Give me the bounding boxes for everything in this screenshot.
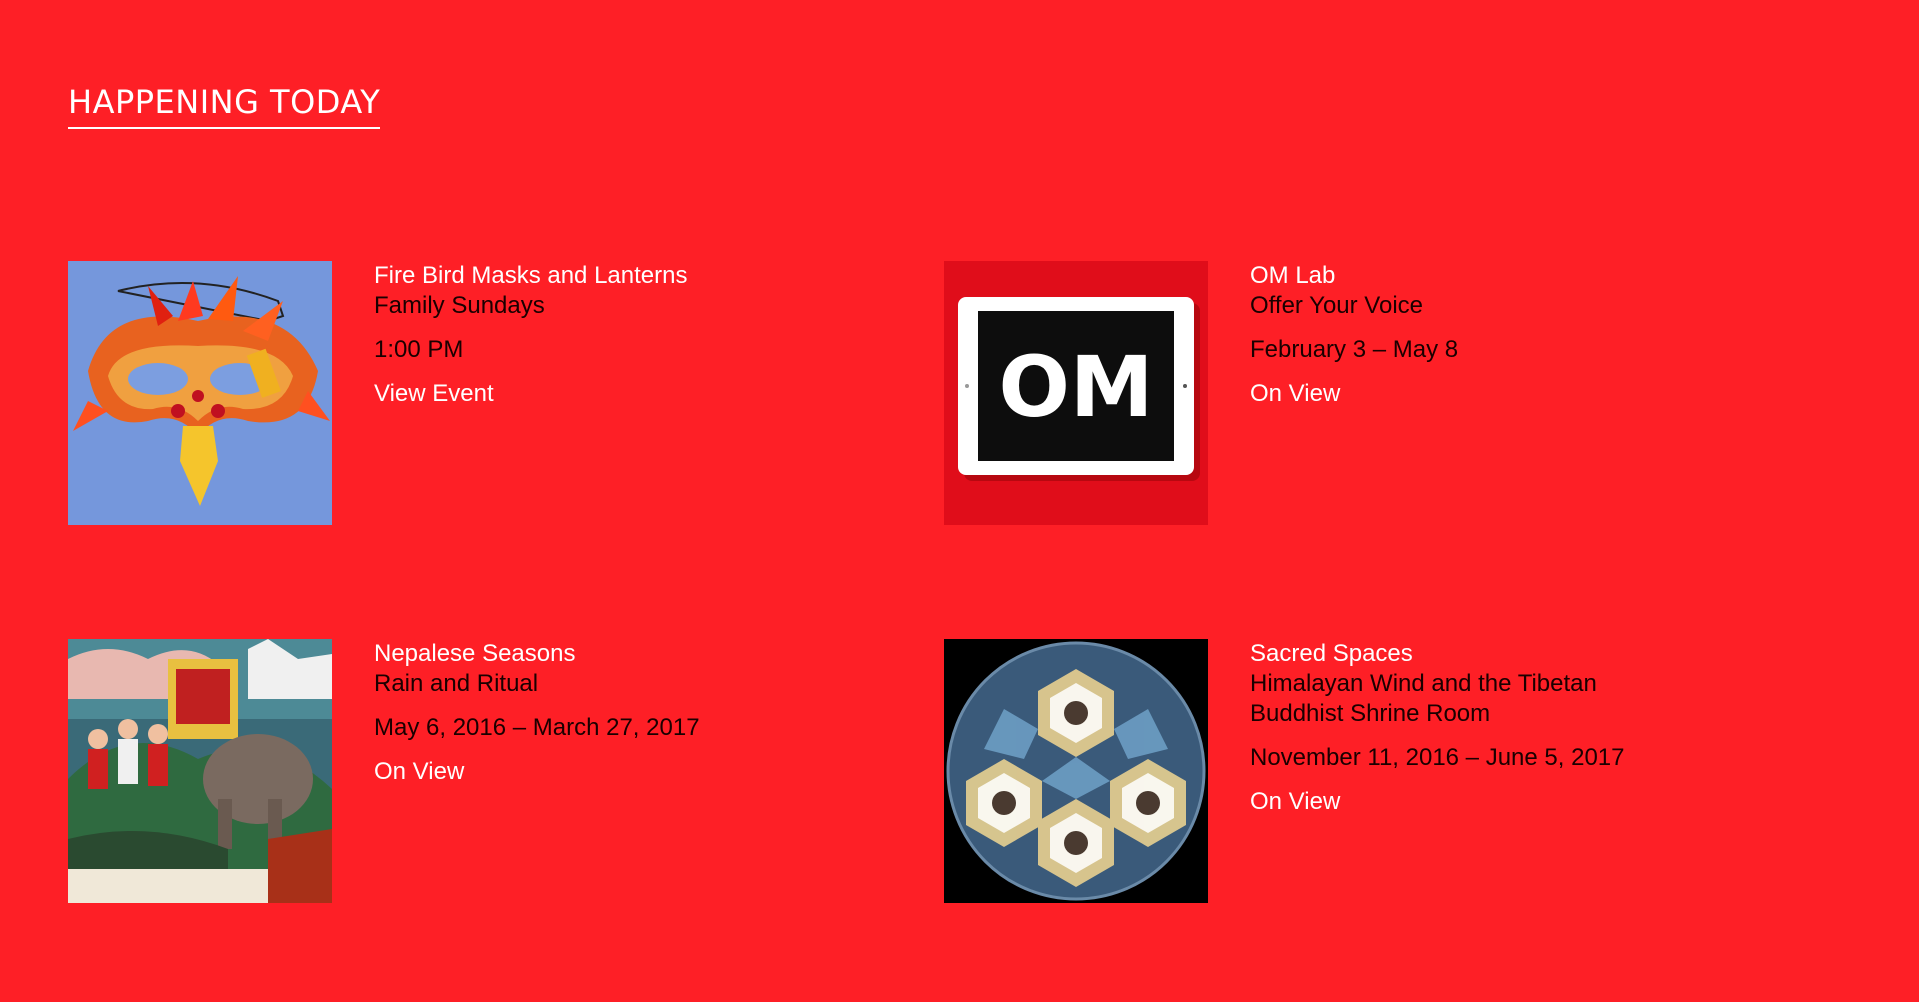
om-lab-logo-image[interactable]: OM <box>944 261 1208 525</box>
event-title[interactable]: OM Lab <box>1250 261 1458 291</box>
event-dates: November 11, 2016 – June 5, 2017 <box>1250 744 1625 771</box>
event-title[interactable]: Fire Bird Masks and Lanterns <box>374 261 687 291</box>
on-view-link[interactable]: On View <box>374 757 700 787</box>
event-info: Fire Bird Masks and Lanterns Family Sund… <box>374 261 687 525</box>
event-dates: February 3 – May 8 <box>1250 336 1459 363</box>
event-card: Nepalese Seasons Rain and Ritual May 6, … <box>68 639 928 903</box>
om-logo-text: OM <box>999 338 1154 436</box>
fire-bird-mask-image[interactable] <box>68 261 332 525</box>
event-card: Fire Bird Masks and Lanterns Family Sund… <box>68 261 928 525</box>
event-subtitle: Rain and Ritual <box>374 670 539 697</box>
event-title[interactable]: Sacred Spaces <box>1250 639 1670 669</box>
section-title: HAPPENING TODAY <box>68 84 381 129</box>
event-info: OM Lab Offer Your Voice February 3 – May… <box>1250 261 1458 525</box>
event-subtitle: Himalayan Wind and the Tibetan Buddhist … <box>1250 670 1597 727</box>
event-card: OM OM Lab Offer Your Voice February 3 – … <box>944 261 1804 525</box>
event-title[interactable]: Nepalese Seasons <box>374 639 700 669</box>
event-subtitle: Family Sundays <box>374 292 545 319</box>
event-card: Sacred Spaces Himalayan Wind and the Tib… <box>944 639 1804 903</box>
event-info: Nepalese Seasons Rain and Ritual May 6, … <box>374 639 700 903</box>
event-subtitle: Offer Your Voice <box>1250 292 1424 319</box>
event-info: Sacred Spaces Himalayan Wind and the Tib… <box>1250 639 1670 903</box>
on-view-link[interactable]: On View <box>1250 787 1670 817</box>
kaleidoscope-shrine-image[interactable] <box>944 639 1208 903</box>
on-view-link[interactable]: On View <box>1250 379 1458 409</box>
event-time: 1:00 PM <box>374 336 464 363</box>
event-dates: May 6, 2016 – March 27, 2017 <box>374 714 700 741</box>
happening-today-page: HAPPENING TODAY Fire Bird Masks and Lant… <box>0 0 1919 1002</box>
view-event-link[interactable]: View Event <box>374 379 687 409</box>
nepalese-painting-image[interactable] <box>68 639 332 903</box>
